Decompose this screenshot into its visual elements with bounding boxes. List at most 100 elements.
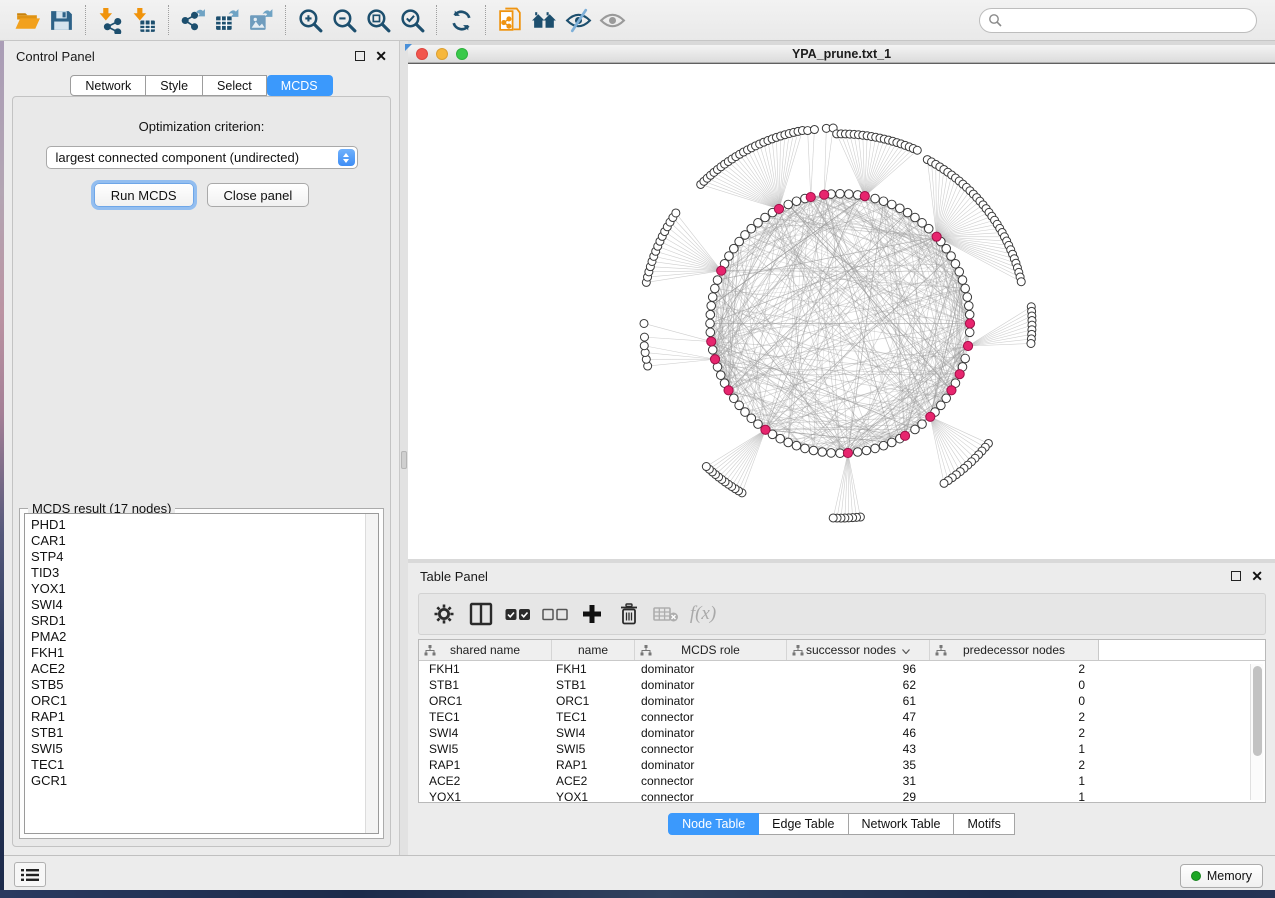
table-row[interactable]: ORC1 ORC1 dominator 61 0 xyxy=(419,693,1265,709)
mcds-result-node[interactable]: TEC1 xyxy=(31,757,378,773)
control-panel-tab[interactable]: Style xyxy=(146,75,203,96)
mcds-result-node[interactable]: CAR1 xyxy=(31,533,378,549)
mcds-result-node[interactable]: ACE2 xyxy=(31,661,378,677)
import-table-icon[interactable] xyxy=(127,3,161,37)
minimize-window-icon[interactable] xyxy=(436,48,448,60)
table-row[interactable]: RAP1 RAP1 dominator 35 2 xyxy=(419,757,1265,773)
column-header[interactable]: MCDS role xyxy=(635,640,787,660)
control-panel-tab[interactable]: Network xyxy=(70,75,146,96)
workspace-region: YPA_prune.txt_1 Table Panel ✕ xyxy=(408,41,1275,855)
mcds-list-scrollbar[interactable] xyxy=(365,514,378,833)
open-folder-icon[interactable] xyxy=(10,3,44,37)
mcds-result-node[interactable]: FKH1 xyxy=(31,645,378,661)
dropdown-stepper-icon xyxy=(338,149,355,166)
export-table-icon[interactable] xyxy=(210,3,244,37)
toolbar-separator xyxy=(485,5,486,35)
search-icon xyxy=(988,13,1002,32)
close-panel-icon[interactable]: ✕ xyxy=(375,51,387,61)
mcds-result-node[interactable]: STB5 xyxy=(31,677,378,693)
table-scrollbar-thumb[interactable] xyxy=(1253,666,1262,756)
control-panel: Control Panel ✕ Network Style Select MCD… xyxy=(4,41,400,855)
mcds-result-node[interactable]: SRD1 xyxy=(31,613,378,629)
mcds-result-node[interactable]: PHD1 xyxy=(31,517,378,533)
mcds-result-node[interactable]: STB1 xyxy=(31,725,378,741)
mcds-result-node[interactable]: PMA2 xyxy=(31,629,378,645)
network-window-title: YPA_prune.txt_1 xyxy=(792,47,891,61)
network-home-icon[interactable] xyxy=(527,3,561,37)
close-table-panel-icon[interactable]: ✕ xyxy=(1251,571,1263,581)
mcds-result-node[interactable]: SWI5 xyxy=(31,741,378,757)
control-panel-header: Control Panel ✕ xyxy=(4,41,399,71)
zoom-in-icon[interactable] xyxy=(293,3,327,37)
mcds-result-node[interactable]: SWI4 xyxy=(31,597,378,613)
control-panel-tab[interactable]: Select xyxy=(203,75,267,96)
function-builder-icon[interactable]: f(x) xyxy=(688,599,718,629)
criterion-dropdown[interactable]: largest connected component (undirected) xyxy=(46,146,358,169)
delete-table-icon[interactable] xyxy=(651,599,681,629)
hierarchy-icon xyxy=(935,645,947,659)
refresh-icon[interactable] xyxy=(444,3,478,37)
table-row[interactable]: SWI5 SWI5 connector 43 1 xyxy=(419,741,1265,757)
table-type-tab[interactable]: Network Table xyxy=(849,813,955,835)
column-header[interactable]: predecessor nodes xyxy=(930,640,1099,660)
node-table-header: shared name name xyxy=(419,640,1265,661)
mcds-result-list[interactable]: PHD1 CAR1 STP4 TID3 YOX1 SWI4 SRD1 PMA2 xyxy=(24,513,379,834)
mcds-result-node[interactable]: RAP1 xyxy=(31,709,378,725)
mcds-result-node[interactable]: TID3 xyxy=(31,565,378,581)
create-column-plus-icon[interactable] xyxy=(577,599,607,629)
select-all-columns-icon[interactable] xyxy=(503,599,533,629)
network-canvas[interactable] xyxy=(408,63,1275,559)
show-column-panel-icon[interactable] xyxy=(466,599,496,629)
search-input[interactable] xyxy=(979,8,1257,33)
save-icon[interactable] xyxy=(44,3,78,37)
table-row[interactable]: TEC1 TEC1 connector 47 2 xyxy=(419,709,1265,725)
zoom-selected-icon[interactable] xyxy=(395,3,429,37)
table-panel-title: Table Panel xyxy=(420,569,488,584)
splitter-grip[interactable] xyxy=(401,451,407,469)
main-toolbar xyxy=(0,0,1275,41)
table-settings-gear-icon[interactable] xyxy=(429,599,459,629)
unselect-all-columns-icon[interactable] xyxy=(540,599,570,629)
table-row[interactable]: FKH1 FKH1 dominator 96 2 xyxy=(419,661,1265,677)
column-header[interactable]: shared name xyxy=(419,640,552,660)
export-image-icon[interactable] xyxy=(244,3,278,37)
table-row[interactable]: SWI4 SWI4 dominator 46 2 xyxy=(419,725,1265,741)
close-panel-button[interactable]: Close panel xyxy=(207,183,310,207)
column-header[interactable]: successor nodes xyxy=(787,640,930,660)
hierarchy-icon xyxy=(424,645,436,659)
zoom-fit-icon[interactable] xyxy=(361,3,395,37)
criterion-dropdown-value: largest connected component (undirected) xyxy=(56,150,300,165)
toolbar-separator xyxy=(436,5,437,35)
table-row[interactable]: STB1 STB1 dominator 62 0 xyxy=(419,677,1265,693)
close-window-icon[interactable] xyxy=(416,48,428,60)
control-panel-tab[interactable]: MCDS xyxy=(267,75,333,96)
mcds-result-node[interactable]: ORC1 xyxy=(31,693,378,709)
share-document-icon[interactable] xyxy=(493,3,527,37)
network-graph-svg[interactable] xyxy=(408,64,1275,559)
column-header[interactable]: name xyxy=(552,640,635,660)
table-type-tab[interactable]: Node Table xyxy=(668,813,759,835)
float-table-panel-icon[interactable] xyxy=(1231,571,1241,581)
table-scrollbar[interactable] xyxy=(1250,664,1263,800)
maximize-window-icon[interactable] xyxy=(456,48,468,60)
control-panel-tabs: Network Style Select MCDS xyxy=(4,75,399,96)
float-panel-icon[interactable] xyxy=(355,51,365,61)
task-history-button[interactable] xyxy=(14,862,46,887)
network-window-titlebar[interactable]: YPA_prune.txt_1 xyxy=(408,45,1275,63)
hide-details-eye-icon[interactable] xyxy=(561,3,595,37)
mcds-result-node[interactable]: GCR1 xyxy=(31,773,378,789)
delete-column-trash-icon[interactable] xyxy=(614,599,644,629)
table-type-tab[interactable]: Motifs xyxy=(954,813,1014,835)
zoom-out-icon[interactable] xyxy=(327,3,361,37)
table-row[interactable]: YOX1 YOX1 connector 29 1 xyxy=(419,789,1265,803)
run-mcds-button[interactable]: Run MCDS xyxy=(94,183,194,207)
panel-splitter[interactable] xyxy=(400,41,408,855)
import-network-icon[interactable] xyxy=(93,3,127,37)
memory-button[interactable]: Memory xyxy=(1180,864,1263,888)
mcds-result-node[interactable]: YOX1 xyxy=(31,581,378,597)
mcds-result-node[interactable]: STP4 xyxy=(31,549,378,565)
show-details-eye-icon[interactable] xyxy=(595,3,629,37)
export-network-icon[interactable] xyxy=(176,3,210,37)
table-type-tab[interactable]: Edge Table xyxy=(759,813,848,835)
table-row[interactable]: ACE2 ACE2 connector 31 1 xyxy=(419,773,1265,789)
